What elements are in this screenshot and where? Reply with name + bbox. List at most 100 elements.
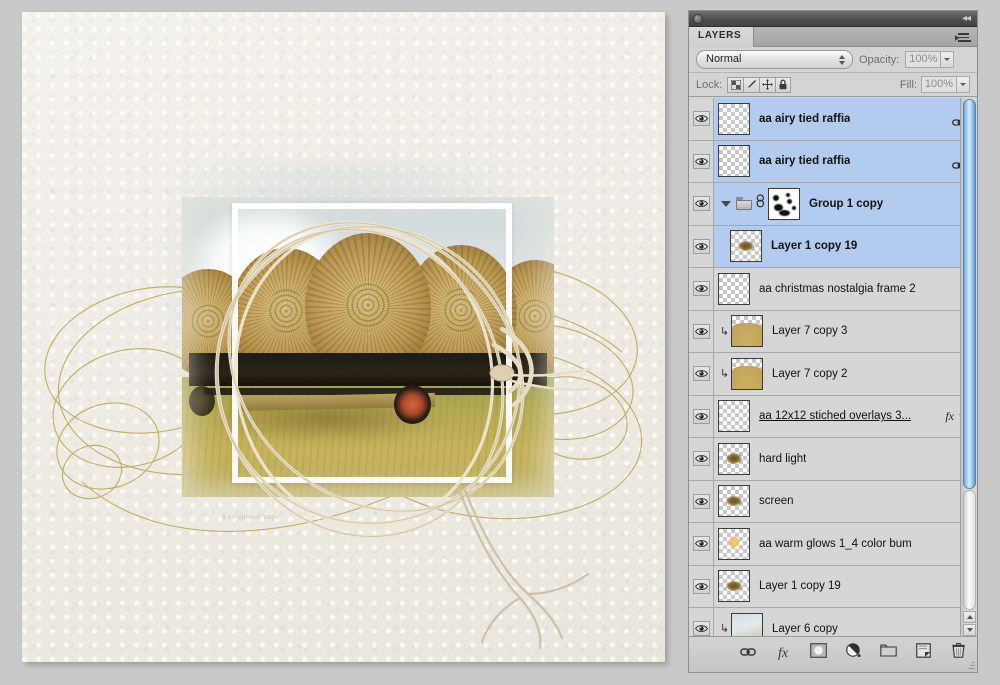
- layer-row-body[interactable]: aa warm glows 1_4 color bum: [714, 523, 977, 565]
- link-layers-button[interactable]: [739, 644, 757, 662]
- layer-row-body[interactable]: aa airy tied raffia: [714, 140, 977, 182]
- layer-row[interactable]: Layer 1 copy 19: [689, 565, 977, 608]
- scrollbar-track[interactable]: [963, 490, 976, 610]
- layer-name[interactable]: Group 1 copy: [809, 198, 883, 210]
- layer-row-body[interactable]: ↳ Layer 6 copy: [714, 608, 977, 636]
- layer-name[interactable]: aa warm glows 1_4 color bum: [759, 538, 912, 550]
- new-layer-button[interactable]: [914, 642, 932, 662]
- eye-box[interactable]: [692, 281, 710, 297]
- layer-thumbnail[interactable]: [731, 612, 763, 636]
- layer-name[interactable]: screen: [759, 495, 794, 507]
- panel-close-dot-icon[interactable]: [693, 14, 703, 24]
- layer-row-body[interactable]: Group 1 copy: [714, 183, 977, 225]
- layer-visibility-toggle[interactable]: [689, 523, 714, 565]
- layer-thumbnail[interactable]: [718, 442, 750, 475]
- layer-thumbnail[interactable]: [731, 315, 763, 348]
- blend-mode-select[interactable]: Normal: [696, 50, 853, 69]
- fill-dropdown-icon[interactable]: [957, 76, 970, 93]
- layer-list[interactable]: aa airy tied raffia aa airy tied raffia Gr…: [689, 98, 977, 636]
- layer-row-body[interactable]: Layer 1 copy 19: [714, 566, 977, 608]
- layer-row[interactable]: hard light: [689, 438, 977, 481]
- lock-all-button[interactable]: [775, 76, 792, 93]
- eye-box[interactable]: [692, 153, 710, 169]
- layer-row-body[interactable]: ↳ Layer 7 copy 3: [714, 311, 977, 353]
- layer-name[interactable]: aa airy tied raffia: [759, 113, 850, 125]
- layer-row[interactable]: aa warm glows 1_4 color bum: [689, 523, 977, 566]
- layer-name[interactable]: Layer 1 copy 19: [759, 580, 841, 592]
- eye-box[interactable]: [692, 238, 710, 254]
- panel-menu-icon[interactable]: [955, 31, 971, 43]
- eye-box[interactable]: [692, 621, 710, 636]
- layer-row-body[interactable]: hard light: [714, 438, 977, 480]
- eye-box[interactable]: [692, 451, 710, 467]
- new-adjustment-layer-button[interactable]: [844, 642, 862, 662]
- layer-row[interactable]: screen: [689, 480, 977, 523]
- lock-image-pixels-button[interactable]: [743, 76, 760, 93]
- document-canvas[interactable]: a scrapbook page: [22, 12, 665, 662]
- blend-mode-stepper-icon[interactable]: [837, 52, 846, 68]
- lock-transparent-pixels-button[interactable]: [727, 76, 744, 93]
- add-layer-mask-button[interactable]: [809, 642, 827, 662]
- layer-name[interactable]: aa christmas nostalgia frame 2: [759, 283, 916, 295]
- layer-visibility-toggle[interactable]: [689, 395, 714, 437]
- layer-row[interactable]: ↳ Layer 6 copy: [689, 608, 977, 636]
- blend-mode-row[interactable]: Normal Opacity: 100%: [689, 47, 977, 73]
- scrollbar-thumb[interactable]: [963, 99, 976, 489]
- layer-row-body[interactable]: aa 12x12 stiched overlays 3... fx: [714, 396, 977, 438]
- layer-visibility-toggle[interactable]: [689, 98, 714, 140]
- layer-visibility-toggle[interactable]: [689, 438, 714, 480]
- eye-box[interactable]: [692, 536, 710, 552]
- layers-bottom-toolbar[interactable]: fx: [689, 636, 977, 672]
- layer-row-body[interactable]: Layer 1 copy 19: [714, 225, 977, 267]
- opacity-input[interactable]: 100%: [905, 51, 942, 68]
- lock-row[interactable]: Lock: Fill: 100%: [689, 73, 977, 97]
- layer-row-body[interactable]: aa christmas nostalgia frame 2: [714, 268, 977, 310]
- layer-visibility-toggle[interactable]: [689, 608, 714, 636]
- layer-mask-thumbnail[interactable]: [768, 187, 800, 220]
- eye-box[interactable]: [692, 408, 710, 424]
- layer-row[interactable]: ↳ Layer 7 copy 2: [689, 353, 977, 396]
- eye-box[interactable]: [692, 493, 710, 509]
- layer-row[interactable]: aa airy tied raffia: [689, 140, 977, 183]
- panel-resize-grip[interactable]: [964, 659, 975, 670]
- layer-name[interactable]: Layer 1 copy 19: [771, 240, 857, 252]
- layer-thumbnail[interactable]: [718, 145, 750, 178]
- eye-box[interactable]: [692, 111, 710, 127]
- layer-row[interactable]: ↳ Layer 7 copy 3: [689, 310, 977, 353]
- eye-box[interactable]: [692, 366, 710, 382]
- layer-row[interactable]: Layer 1 copy 19: [689, 225, 977, 268]
- new-group-button[interactable]: [879, 644, 897, 662]
- opacity-dropdown-icon[interactable]: [941, 51, 955, 68]
- layer-thumbnail[interactable]: [718, 485, 750, 518]
- layer-thumbnail[interactable]: [718, 570, 750, 603]
- layer-row-body[interactable]: aa airy tied raffia: [714, 98, 977, 140]
- scroll-down-button[interactable]: [963, 624, 976, 636]
- layer-visibility-toggle[interactable]: [689, 310, 714, 352]
- layer-row[interactable]: aa christmas nostalgia frame 2: [689, 268, 977, 311]
- add-layer-style-button[interactable]: fx: [774, 644, 792, 662]
- layers-panel[interactable]: ◂◂ LAYERS Normal Opacity: 100% Lock: Fil…: [688, 10, 978, 673]
- layer-row-body[interactable]: ↳ Layer 7 copy 2: [714, 353, 977, 395]
- layer-thumbnail[interactable]: [718, 400, 750, 433]
- layer-visibility-toggle[interactable]: [689, 225, 714, 267]
- eye-box[interactable]: [692, 196, 710, 212]
- panel-tab-strip[interactable]: LAYERS: [689, 27, 977, 47]
- layers-scrollbar[interactable]: [960, 98, 977, 636]
- layer-name[interactable]: Layer 7 copy 3: [772, 325, 847, 337]
- tab-layers[interactable]: LAYERS: [689, 27, 755, 47]
- scroll-up-button[interactable]: [963, 611, 976, 623]
- layer-name[interactable]: Layer 6 copy: [772, 623, 838, 635]
- layer-thumbnail[interactable]: [718, 272, 750, 305]
- layer-name[interactable]: hard light: [759, 453, 806, 465]
- layer-name[interactable]: Layer 7 copy 2: [772, 368, 847, 380]
- layer-row[interactable]: Group 1 copy: [689, 183, 977, 226]
- layer-visibility-toggle[interactable]: [689, 183, 714, 225]
- collapse-panel-icon[interactable]: ◂◂: [962, 13, 971, 25]
- layer-thumbnail[interactable]: [718, 527, 750, 560]
- layer-visibility-toggle[interactable]: [689, 480, 714, 522]
- lock-position-button[interactable]: [759, 76, 776, 93]
- layer-visibility-toggle[interactable]: [689, 268, 714, 310]
- eye-box[interactable]: [692, 578, 710, 594]
- layer-thumbnail[interactable]: [718, 102, 750, 135]
- eye-box[interactable]: [692, 323, 710, 339]
